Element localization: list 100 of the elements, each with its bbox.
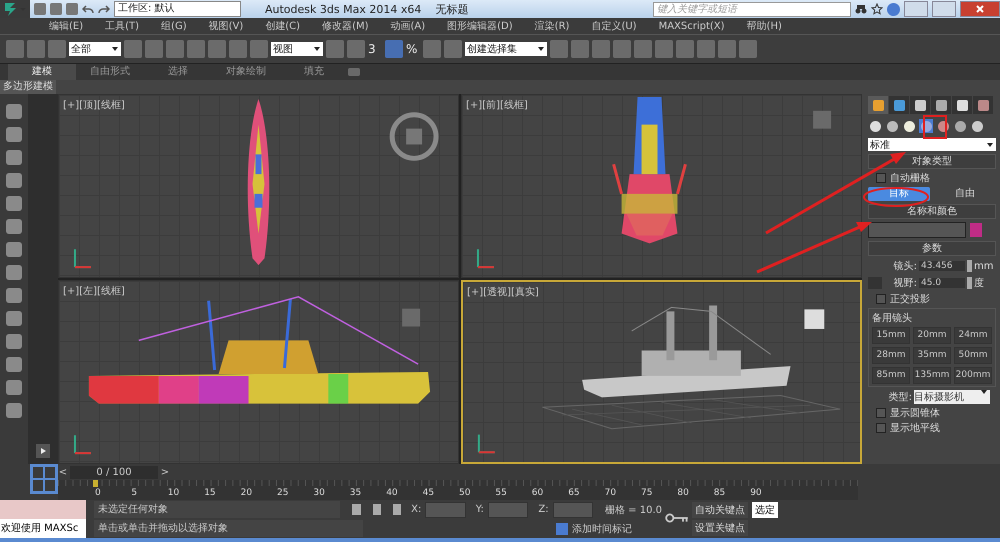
motion-tab[interactable] bbox=[931, 96, 951, 114]
coordinate-field[interactable] bbox=[488, 502, 528, 518]
spacewarps-category-icon[interactable] bbox=[953, 119, 967, 133]
time-tag-icon[interactable] bbox=[556, 522, 568, 534]
viewport-label[interactable]: [+][透视][真实] bbox=[467, 285, 539, 299]
undo-icon[interactable] bbox=[82, 3, 94, 15]
viewport[interactable]: [+][顶][线框] bbox=[58, 94, 459, 278]
object-name-field[interactable] bbox=[868, 222, 966, 238]
key-icon[interactable] bbox=[665, 512, 689, 524]
menu-item[interactable]: MAXScript(X) bbox=[648, 20, 736, 32]
minimize-button[interactable] bbox=[904, 1, 928, 17]
binoculars-icon[interactable] bbox=[855, 3, 867, 15]
menu-item[interactable]: 视图(V) bbox=[198, 19, 254, 33]
stock-lens-button[interactable]: 200mm bbox=[954, 367, 992, 384]
menu-item[interactable]: 帮助(H) bbox=[736, 19, 793, 33]
maximize-button[interactable] bbox=[932, 1, 956, 17]
ribbon-tab[interactable]: 填充 bbox=[280, 64, 348, 80]
viewport-label[interactable]: [+][左][线框] bbox=[63, 284, 125, 298]
orthographic-checkbox[interactable] bbox=[876, 294, 886, 304]
ribbon-tab[interactable]: 自由形式 bbox=[76, 64, 144, 80]
viewport-label[interactable]: [+][前][线框] bbox=[466, 98, 528, 112]
rollout-header[interactable]: 名称和颜色 bbox=[868, 204, 996, 219]
ribbon-panel-label[interactable]: 多边形建模 bbox=[0, 80, 56, 94]
timeline-tick-label: 5 bbox=[131, 488, 138, 499]
menu-item[interactable]: 图形编辑器(D) bbox=[436, 19, 524, 33]
help-icon[interactable] bbox=[887, 2, 900, 16]
fov-field[interactable]: 45.0 bbox=[919, 278, 965, 288]
hierarchy-tab[interactable] bbox=[910, 96, 930, 114]
stock-lens-button[interactable]: 135mm bbox=[913, 367, 951, 384]
search-field[interactable]: 键入关键字或短语 bbox=[653, 2, 851, 16]
set-key-button[interactable]: 设置关键点 bbox=[692, 520, 748, 536]
rollout-header[interactable]: 对象类型 bbox=[868, 154, 996, 169]
axis-tripod-icon bbox=[478, 434, 496, 454]
menu-item[interactable]: 动画(A) bbox=[380, 19, 436, 33]
stock-lens-button[interactable]: 15mm bbox=[872, 327, 910, 344]
reference-coordinate-dropdown[interactable]: 视图 bbox=[271, 42, 323, 56]
menu-item[interactable]: 渲染(R) bbox=[524, 19, 580, 33]
close-button[interactable] bbox=[960, 1, 1000, 17]
time-slider-thumb[interactable]: 0 / 100 bbox=[70, 466, 158, 478]
rollout-header[interactable]: 参数 bbox=[868, 241, 996, 256]
object-color-swatch[interactable] bbox=[970, 223, 982, 237]
stock-lens-button[interactable]: 50mm bbox=[954, 347, 992, 364]
viewport-label[interactable]: [+][顶][线框] bbox=[63, 98, 125, 112]
autogrid-checkbox[interactable] bbox=[876, 173, 886, 183]
viewport[interactable]: [+][透视][真实] bbox=[461, 280, 862, 464]
key-filter-dropdown[interactable]: 选定 bbox=[752, 502, 778, 518]
maxscript-listener-field[interactable] bbox=[0, 500, 86, 519]
percent-snap-toggle[interactable]: % bbox=[406, 42, 420, 56]
menu-item[interactable]: 编辑(E) bbox=[38, 19, 94, 33]
selection-filter-dropdown[interactable]: 全部 bbox=[69, 42, 121, 56]
stock-lens-button[interactable]: 20mm bbox=[913, 327, 951, 344]
viewcube-icon[interactable] bbox=[804, 309, 824, 329]
viewcube-ring-icon[interactable] bbox=[390, 112, 439, 161]
display-tab[interactable] bbox=[952, 96, 972, 114]
named-selection-dropdown[interactable]: 创建选择集 bbox=[465, 42, 547, 56]
menu-item[interactable]: 创建(C) bbox=[254, 19, 312, 33]
menu-item[interactable]: 组(G) bbox=[150, 19, 198, 33]
create-tab[interactable] bbox=[868, 96, 888, 114]
auto-key-button[interactable]: 自动关键点 bbox=[692, 502, 748, 518]
star-icon[interactable] bbox=[871, 3, 883, 15]
viewport-layout-button[interactable] bbox=[30, 464, 58, 494]
option-checkbox[interactable] bbox=[876, 423, 886, 433]
maxscript-field[interactable]: 欢迎使用 MAXSc bbox=[0, 519, 86, 538]
redo-icon[interactable] bbox=[98, 3, 110, 15]
type-label: 类型: bbox=[888, 390, 912, 404]
utilities-tab[interactable] bbox=[973, 96, 993, 114]
coordinate-field[interactable] bbox=[552, 502, 593, 518]
stock-lens-button[interactable]: 85mm bbox=[872, 367, 910, 384]
coordinate-field[interactable] bbox=[425, 502, 466, 518]
menu-item[interactable]: 自定义(U) bbox=[580, 19, 648, 33]
timeline-tick-label: 30 bbox=[313, 488, 325, 499]
viewport[interactable]: [+][左][线框] bbox=[58, 280, 459, 464]
caret-icon bbox=[981, 390, 987, 394]
menu-item[interactable]: 修改器(M) bbox=[311, 19, 380, 33]
previous-frame-button[interactable]: < bbox=[58, 466, 68, 478]
caret-icon bbox=[987, 142, 993, 146]
stock-lens-button[interactable]: 35mm bbox=[913, 347, 951, 364]
modify-tab[interactable] bbox=[889, 96, 909, 114]
app-logo-icon[interactable] bbox=[0, 0, 30, 18]
lens-field[interactable]: 43.456 bbox=[919, 261, 965, 271]
subcategory-dropdown[interactable]: 标准 bbox=[868, 138, 996, 151]
geometry-category-icon[interactable] bbox=[868, 119, 882, 133]
play-icon[interactable] bbox=[36, 444, 50, 458]
shapes-category-icon[interactable] bbox=[885, 119, 899, 133]
snap-toggle[interactable]: 3 bbox=[368, 42, 382, 56]
menu-item[interactable]: 工具(T) bbox=[94, 19, 150, 33]
systems-category-icon[interactable] bbox=[970, 119, 984, 133]
ribbon-tab[interactable]: 选择 bbox=[144, 64, 212, 80]
option-checkbox[interactable] bbox=[876, 408, 886, 418]
ribbon-tab[interactable]: 对象绘制 bbox=[212, 64, 280, 80]
lights-category-icon[interactable] bbox=[902, 119, 916, 133]
timeline-ruler[interactable]: 0 5 10 15 20 25 30 35 40 45 50 55 60 65 70 75 80 85 90 bbox=[58, 480, 858, 500]
stock-lens-button[interactable]: 24mm bbox=[954, 327, 992, 344]
workspace-dropdown[interactable]: 工作区: 默认 bbox=[114, 1, 241, 17]
viewport[interactable]: [+][前][线框] bbox=[461, 94, 862, 278]
camera-type-dropdown[interactable]: 目标摄影机 bbox=[914, 390, 990, 404]
next-frame-button[interactable]: > bbox=[160, 466, 170, 478]
add-time-tag-button[interactable]: 添加时间标记 bbox=[572, 522, 662, 536]
stock-lens-button[interactable]: 28mm bbox=[872, 347, 910, 364]
ribbon-tab[interactable]: 建模 bbox=[8, 64, 76, 80]
